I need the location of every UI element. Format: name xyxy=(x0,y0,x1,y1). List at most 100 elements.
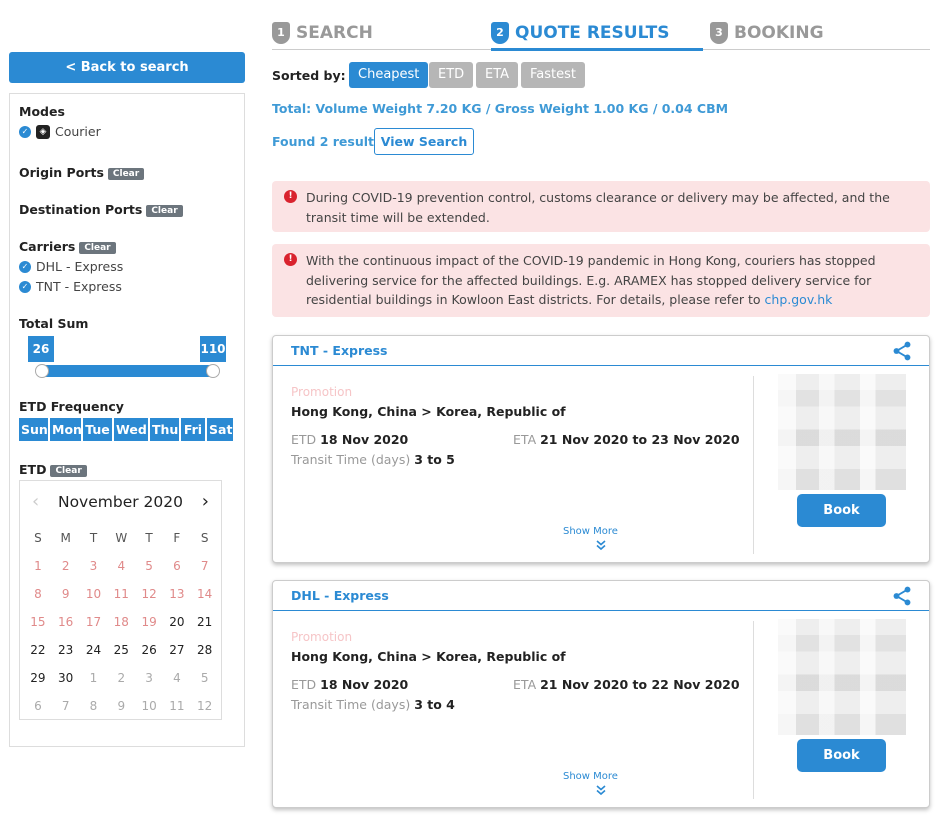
results-count: Found 2 results xyxy=(272,134,382,149)
calendar-day[interactable]: 3 xyxy=(135,664,163,692)
day-sun-button[interactable]: Sun xyxy=(19,418,48,441)
package-icon: ◈ xyxy=(36,124,50,139)
day-sat-button[interactable]: Sat xyxy=(207,418,233,441)
eta-value: 21 Nov 2020 to 22 Nov 2020 xyxy=(540,677,740,692)
eta-field: ETA 21 Nov 2020 to 23 Nov 2020 xyxy=(513,432,740,447)
calendar-day: 4 xyxy=(117,559,126,573)
result-card: TNT - Express Promotion Hong Kong, China… xyxy=(272,335,930,563)
calendar-day[interactable]: 9 xyxy=(107,692,135,720)
day-wed-button[interactable]: Wed xyxy=(114,418,148,441)
calendar-day[interactable]: 20 xyxy=(163,608,191,636)
check-icon: ✓ xyxy=(19,280,31,293)
step-search-label: SEARCH xyxy=(296,23,373,43)
share-icon[interactable] xyxy=(891,340,913,362)
steps-active-indicator xyxy=(491,48,703,51)
check-icon: ✓ xyxy=(19,260,31,273)
calendar-day[interactable]: 5 xyxy=(191,664,219,692)
alert-icon: ! xyxy=(284,253,297,266)
chp-gov-link[interactable]: chp.gov.hk xyxy=(765,292,833,307)
carriers-label: Carriers xyxy=(19,239,76,254)
show-more-link[interactable]: Show More xyxy=(563,771,618,782)
calendar-day[interactable]: 25 xyxy=(107,636,135,664)
share-icon[interactable] xyxy=(891,585,913,607)
step-quote-results-label: QUOTE RESULTS xyxy=(515,23,670,43)
back-to-search-button[interactable]: < Back to search xyxy=(9,52,245,83)
promotion-label: Promotion xyxy=(291,630,353,644)
calendar-day[interactable]: 30 xyxy=(52,664,80,692)
total-sum-min-handle[interactable] xyxy=(35,364,49,378)
day-mon-button[interactable]: Mon xyxy=(50,418,82,441)
calendar-day[interactable]: 24 xyxy=(80,636,108,664)
calendar-day: 2 xyxy=(61,559,70,573)
show-more-link[interactable]: Show More xyxy=(563,526,618,537)
eta-field: ETA 21 Nov 2020 to 22 Nov 2020 xyxy=(513,677,740,692)
etd-clear-button[interactable]: Clear xyxy=(50,465,87,477)
calendar-day[interactable]: 4 xyxy=(163,664,191,692)
calendar-day[interactable]: 6 xyxy=(24,692,52,720)
calendar-month-title: November 2020 xyxy=(57,493,183,511)
calendar-day: 16 xyxy=(58,615,74,629)
carrier-tnt-label: TNT - Express xyxy=(36,279,122,294)
calendar-day[interactable]: 22 xyxy=(24,636,52,664)
calendar-day[interactable]: 8 xyxy=(80,692,108,720)
calendar-day[interactable]: 21 xyxy=(191,608,219,636)
carriers-filter: Carriers Clear xyxy=(19,239,116,254)
sort-eta-button[interactable]: ETA xyxy=(476,62,519,88)
transit-field: Transit Time (days) 3 to 4 xyxy=(291,697,455,712)
day-tue-button[interactable]: Tue xyxy=(83,418,112,441)
transit-field-label: Transit Time (days) xyxy=(291,697,411,712)
calendar-day: 12 xyxy=(141,587,157,601)
calendar-weekday: S xyxy=(200,531,209,545)
book-button[interactable]: Book xyxy=(797,494,886,527)
step-booking[interactable]: 3 BOOKING xyxy=(710,18,824,48)
etd-filter: ETD Clear xyxy=(19,462,87,477)
calendar-day[interactable]: 26 xyxy=(135,636,163,664)
total-sum-max-handle[interactable] xyxy=(206,364,220,378)
etd-field: ETD 18 Nov 2020 xyxy=(291,677,408,692)
calendar-day[interactable]: 27 xyxy=(163,636,191,664)
day-fri-button[interactable]: Fri xyxy=(181,418,205,441)
day-thu-button[interactable]: Thu xyxy=(150,418,179,441)
double-chevron-down-icon[interactable] xyxy=(595,784,607,796)
check-icon: ✓ xyxy=(19,125,31,138)
view-search-button[interactable]: View Search xyxy=(374,128,474,155)
carrier-image xyxy=(778,619,906,735)
etd-field-label: ETD xyxy=(291,677,317,692)
destination-ports-clear-button[interactable]: Clear xyxy=(146,205,183,217)
etd-field: ETD 18 Nov 2020 xyxy=(291,432,408,447)
step-quote-results[interactable]: 2 QUOTE RESULTS xyxy=(491,18,669,48)
calendar-day[interactable]: 11 xyxy=(163,692,191,720)
route-text: Hong Kong, China > Korea, Republic of xyxy=(291,649,566,664)
carrier-tnt-checkbox[interactable]: ✓ TNT - Express xyxy=(19,279,122,294)
step-search[interactable]: 1 SEARCH xyxy=(272,18,373,48)
calendar-day[interactable]: 28 xyxy=(191,636,219,664)
book-button[interactable]: Book xyxy=(797,739,886,772)
calendar-day[interactable]: 12 xyxy=(191,692,219,720)
eta-value: 21 Nov 2020 to 23 Nov 2020 xyxy=(540,432,740,447)
etd-label: ETD xyxy=(19,462,47,477)
sort-cheapest-button[interactable]: Cheapest xyxy=(349,62,429,88)
calendar-day[interactable]: 29 xyxy=(24,664,52,692)
calendar-day[interactable]: 1 xyxy=(80,664,108,692)
mode-courier-checkbox[interactable]: ✓ ◈ Courier xyxy=(19,124,101,139)
sort-fastest-button[interactable]: Fastest xyxy=(521,62,585,88)
sort-etd-button[interactable]: ETD xyxy=(429,62,474,88)
calendar-weekday: M xyxy=(60,531,71,545)
chevron-right-icon[interactable]: › xyxy=(202,491,209,512)
card-divider xyxy=(753,621,754,799)
double-chevron-down-icon[interactable] xyxy=(595,539,607,551)
carriers-clear-button[interactable]: Clear xyxy=(79,242,116,254)
calendar-day: 13 xyxy=(169,587,185,601)
carrier-dhl-checkbox[interactable]: ✓ DHL - Express xyxy=(19,259,123,274)
calendar-day[interactable]: 23 xyxy=(52,636,80,664)
calendar-weekday: S xyxy=(34,531,42,545)
calendar-day[interactable]: 10 xyxy=(135,692,163,720)
origin-ports-clear-button[interactable]: Clear xyxy=(107,168,145,180)
calendar-day[interactable]: 7 xyxy=(52,692,80,720)
calendar-day[interactable]: 2 xyxy=(107,664,135,692)
etd-value: 18 Nov 2020 xyxy=(320,677,409,692)
calendar-day: 18 xyxy=(113,615,129,629)
total-sum-slider-track[interactable] xyxy=(40,365,215,377)
result-card: DHL - Express Promotion Hong Kong, China… xyxy=(272,580,930,808)
etd-field-label: ETD xyxy=(291,432,317,447)
